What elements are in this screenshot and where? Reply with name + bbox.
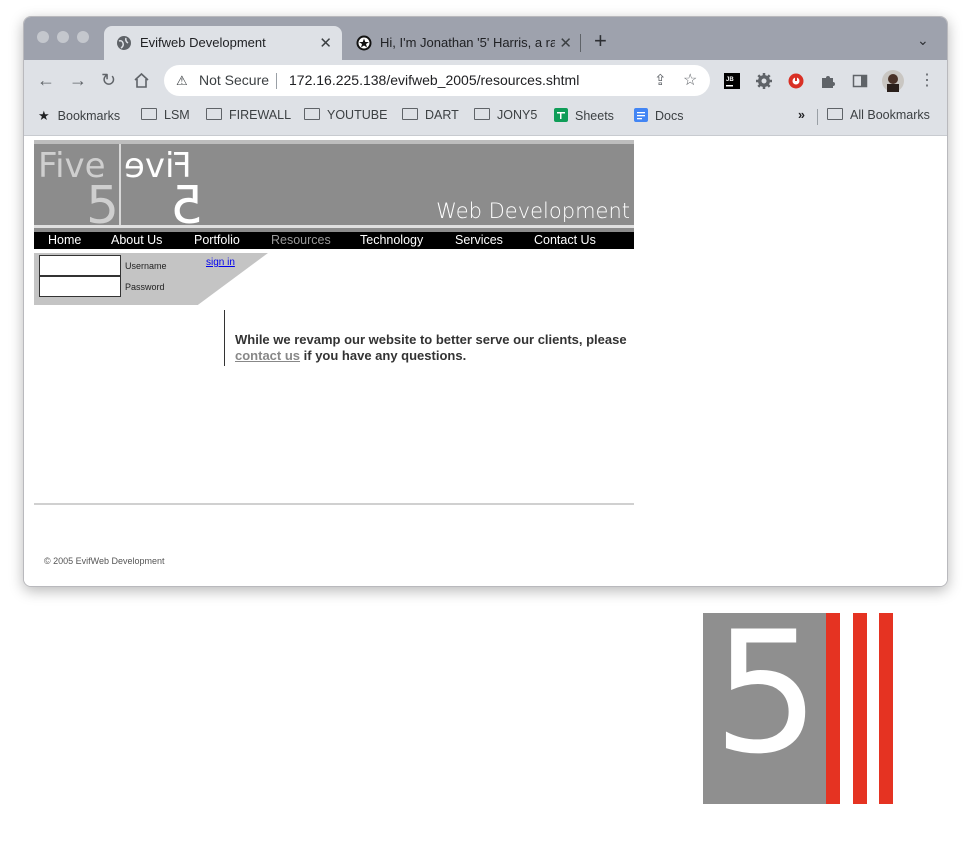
nav-about-us[interactable]: About Us [111, 233, 162, 247]
folder-icon [304, 108, 320, 120]
bookmarks-separator [817, 109, 818, 125]
bookmark-lsm[interactable]: LSM [141, 108, 190, 122]
minimize-window-button[interactable] [57, 31, 69, 43]
site-header: Five 5 Five 5 Web Development [34, 140, 634, 236]
title-bar: Evifweb Development ✕ Hi, I'm Jonathan '… [24, 17, 947, 60]
tab-separator [580, 34, 581, 52]
globe-icon [117, 36, 131, 50]
new-tab-button[interactable]: + [594, 28, 607, 54]
folder-icon [141, 108, 157, 120]
logo-red-bar [879, 613, 893, 804]
share-icon[interactable]: ⇪ [654, 71, 667, 89]
red-circle-extension-icon[interactable] [788, 73, 804, 89]
site-nav: Home About Us Portfolio Resources Techno… [34, 232, 634, 249]
folder-icon [402, 108, 418, 120]
logo-red-bar [853, 613, 867, 804]
close-tab-icon[interactable]: ✕ [559, 34, 572, 52]
docs-icon [634, 108, 648, 122]
folder-icon [827, 108, 843, 120]
revamp-message: While we revamp our website to better se… [235, 332, 627, 363]
sheets-icon [554, 108, 568, 122]
puzzle-icon[interactable] [820, 73, 836, 89]
tab-jonathan[interactable]: Hi, I'm Jonathan '5' Harris, a ra ✕ [344, 26, 582, 60]
logo-red-bar [826, 613, 840, 804]
close-window-button[interactable] [37, 31, 49, 43]
nav-resources[interactable]: Resources [271, 233, 331, 247]
password-label: Password [125, 282, 165, 292]
sign-in-link[interactable]: sign in [206, 257, 235, 268]
bookmarks-bar: ★ Bookmarks LSM FIREWALL YOUTUBE DART JON… [24, 100, 947, 136]
star-badge-icon [356, 35, 372, 51]
page-viewport: Five 5 Five 5 Web Development Home About… [24, 136, 947, 586]
bookmark-youtube[interactable]: YOUTUBE [304, 108, 387, 122]
profile-avatar[interactable] [882, 70, 904, 92]
url-text[interactable]: 172.16.225.138/evifweb_2005/resources.sh… [289, 72, 579, 88]
nav-services[interactable]: Services [455, 233, 503, 247]
back-arrow-icon[interactable]: ← [37, 70, 55, 91]
bookmarks-overflow-button[interactable]: » [798, 108, 805, 122]
bookmark-jony5[interactable]: JONY5 [474, 108, 537, 122]
star-icon: ★ [38, 108, 50, 123]
all-bookmarks-button[interactable]: All Bookmarks [827, 108, 930, 122]
sidepanel-icon[interactable] [852, 73, 868, 89]
logo-divider [119, 144, 121, 228]
site-logo-mirrored: Five 5 [124, 144, 214, 236]
jetbrains-icon[interactable]: JB [724, 73, 740, 89]
logo-big-number: 5 [713, 595, 820, 791]
site-logo: Five 5 [38, 144, 119, 236]
nav-contact-us[interactable]: Contact Us [534, 233, 596, 247]
tab-title: Evifweb Development [140, 35, 266, 50]
forward-arrow-icon[interactable]: → [69, 70, 87, 91]
bookmark-sheets[interactable]: Sheets [554, 108, 614, 123]
bookmark-bookmarks[interactable]: ★ Bookmarks [38, 108, 120, 124]
five-logo-graphic: 5 [703, 609, 893, 804]
tab-search-chevron-icon[interactable]: ⌄ [917, 32, 929, 49]
tab-evifweb[interactable]: Evifweb Development ✕ [104, 26, 342, 60]
warning-icon[interactable]: ⚠ [176, 73, 188, 89]
bookmark-dart[interactable]: DART [402, 108, 459, 122]
gear-extension-icon[interactable] [756, 73, 772, 89]
content-divider [224, 310, 225, 366]
svg-text:JB: JB [726, 77, 734, 83]
username-input[interactable] [39, 255, 121, 276]
folder-icon [206, 108, 222, 120]
bookmark-star-icon[interactable]: ☆ [683, 70, 697, 90]
home-icon[interactable] [133, 72, 150, 89]
header-rule [34, 225, 634, 228]
bookmark-docs[interactable]: Docs [634, 108, 683, 123]
footer-rule [34, 503, 634, 505]
nav-technology[interactable]: Technology [360, 233, 423, 247]
folder-icon [474, 108, 490, 120]
close-tab-icon[interactable]: ✕ [319, 34, 332, 52]
bookmark-firewall[interactable]: FIREWALL [206, 108, 291, 122]
zoom-window-button[interactable] [77, 31, 89, 43]
address-separator [276, 73, 277, 89]
toolbar: ← → ↻ ⚠ Not Secure 172.16.225.138/evifwe… [24, 60, 947, 100]
site-tagline: Web Development [436, 199, 630, 223]
username-label: Username [125, 261, 167, 271]
tab-title: Hi, I'm Jonathan '5' Harris, a ra [380, 35, 555, 50]
nav-portfolio[interactable]: Portfolio [194, 233, 240, 247]
address-bar[interactable]: ⚠ Not Secure 172.16.225.138/evifweb_2005… [164, 65, 710, 96]
reload-icon[interactable]: ↻ [101, 70, 116, 91]
more-menu-icon[interactable]: ⋮ [919, 70, 935, 90]
password-input[interactable] [39, 276, 121, 297]
nav-home[interactable]: Home [48, 233, 81, 247]
browser-window: Evifweb Development ✕ Hi, I'm Jonathan '… [23, 16, 948, 587]
security-label[interactable]: Not Secure [199, 72, 269, 88]
copyright-text: © 2005 EvifWeb Development [44, 556, 165, 566]
contact-us-link[interactable]: contact us [235, 348, 300, 363]
